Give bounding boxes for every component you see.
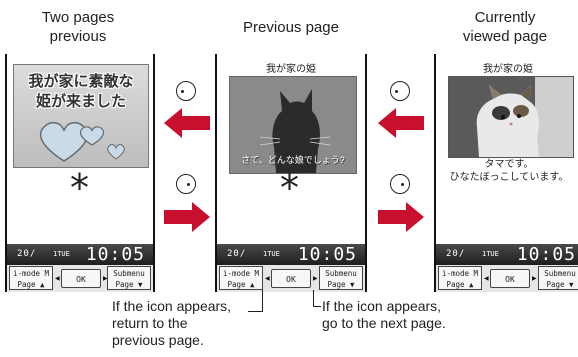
status-time: 10:05 [297,244,357,265]
softkey-imode-page-up[interactable]: i-mode M Page ▲ [9,266,53,290]
label-previous-page: Previous page [243,19,339,36]
softkey-bar: i-mode M Page ▲ ◀ OK ▶ Submenu Page ▼ [7,265,153,292]
previous-page-key-icon [390,81,410,101]
nav-left-arrow-icon: ◀ [265,276,270,282]
status-day: 1TUE [482,250,499,258]
status-date: 20/ [227,249,247,259]
ok-button[interactable]: OK [271,269,311,288]
status-time: 10:05 [516,244,576,265]
label-currently-viewed: Currently viewed page [462,9,548,45]
callout-return-previous: If the icon appears, return to the previ… [112,298,232,348]
nav-left-arrow-icon: ◀ [484,276,489,282]
phone-previous-page: 我が家の姫 さて、どんな娘でしょう? * 20/ 1TUE 10:05 i-mo… [215,54,367,292]
nav-left-arrow-icon: ◀ [55,276,60,282]
hearts-illustration [39,121,125,162]
next-page-key-icon [390,174,410,194]
status-day: 1TUE [263,250,280,258]
status-day: 1TUE [53,250,70,258]
cat-photo-image [448,76,574,158]
status-date: 20/ [446,249,466,259]
next-page-key-icon [176,174,196,194]
left-arrow-icon [164,108,210,138]
phone-currently-viewed: 我が家の姫 タマです。 ひなたぼっこしています。 20/ 1TUE 10:05 … [434,54,578,292]
nav-right-arrow-icon: ▶ [313,276,318,282]
image-caption: さて、どんな娘でしょう? [241,155,345,165]
right-arrow-icon [164,202,210,232]
asterisk-mark: * [70,166,89,210]
photo-caption: タマです。 ひなたぼっこしています。 [449,159,569,183]
right-arrow-icon [378,202,424,232]
status-bar: 20/ 1TUE 10:05 [436,244,578,265]
leader-line-next-h [313,306,321,307]
cat-silhouette-image: さて、どんな娘でしょう? [229,76,357,174]
softkey-submenu-page-down[interactable]: Submenu Page ▼ [319,266,363,290]
ok-button[interactable]: OK [490,269,530,288]
phone-two-pages-previous: 我が家に素敵な 姫が来ました * 20/ 1TUE 10:05 i-mode M… [5,54,155,292]
nav-right-arrow-icon: ▶ [532,276,537,282]
banner-text: 我が家に素敵な 姫が来ました [28,72,134,110]
status-time: 10:05 [85,244,145,265]
previous-page-key-icon [176,81,196,101]
softkey-bar: i-mode M Page ▲ ◀ OK ▶ Submenu Page ▼ [436,265,578,292]
softkey-submenu-page-down[interactable]: Submenu Page ▼ [538,266,578,290]
label-two-pages-previous: Two pages previous [41,9,115,45]
status-bar: 20/ 1TUE 10:05 [217,244,365,265]
left-arrow-icon [378,108,424,138]
status-bar: 20/ 1TUE 10:05 [7,244,153,265]
softkey-submenu-page-down[interactable]: Submenu Page ▼ [107,266,151,290]
callout-go-next: If the icon appears, go to the next page… [322,298,446,331]
ok-button[interactable]: OK [61,269,101,288]
status-date: 20/ [17,249,37,259]
softkey-imode-page-up[interactable]: i-mode M Page ▲ [438,266,482,290]
softkey-bar: i-mode M Page ▲ ◀ OK ▶ Submenu Page ▼ [217,265,365,292]
page-title: 我が家の姫 [483,64,533,75]
leader-line-previous [262,290,263,312]
leader-line-next [313,290,314,307]
page-title: 我が家の姫 [266,64,316,75]
asterisk-mark: * [280,166,299,210]
cat-photo-icon [449,77,573,157]
softkey-imode-page-up[interactable]: i-mode M Page ▲ [219,266,263,290]
banner-image: 我が家に素敵な 姫が来ました [13,64,149,168]
